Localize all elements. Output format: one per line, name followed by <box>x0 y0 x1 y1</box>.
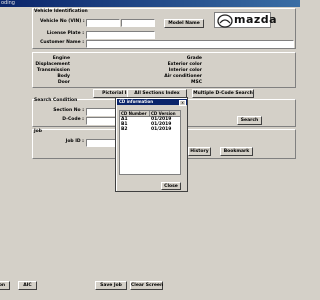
window-title: oding <box>1 0 15 6</box>
dcode-label: D-Code : <box>62 117 84 122</box>
bookmark-button[interactable]: Bookmark <box>220 147 253 156</box>
license-plate-label: License Plate : <box>46 31 84 36</box>
dialog-titlebar: CD information x <box>117 99 187 106</box>
cd-version-cell: 01/2019 <box>151 127 172 132</box>
aic-button[interactable]: AIC <box>18 281 37 290</box>
job-id-label: Job ID : <box>65 139 84 144</box>
dialog-close-button[interactable]: Close <box>161 182 181 190</box>
cd-information-dialog: CD information x CD Number CD Version A1… <box>115 97 188 192</box>
customer-name-input[interactable] <box>86 40 294 48</box>
multiple-dcode-search-button[interactable]: Multiple D-Code Search <box>192 89 254 98</box>
section-no-label: Section No : <box>53 108 84 113</box>
search-condition-title: Search Condition <box>34 98 78 103</box>
table-row[interactable]: B2 01/2019 <box>120 127 180 132</box>
dialog-close-icon[interactable]: x <box>179 100 186 106</box>
window-titlebar: oding <box>0 0 300 7</box>
spec-door-label: Door <box>57 80 70 85</box>
vin-input-2[interactable] <box>121 19 155 27</box>
vin-label: Vehicle No (VIN) : <box>40 19 85 24</box>
clear-screen-button[interactable]: Clear Screen <box>130 281 163 290</box>
vehicle-section-title: Vehicle Identification <box>34 9 88 14</box>
save-job-button[interactable]: Save Job <box>95 281 127 290</box>
search-button[interactable]: Search <box>237 116 262 125</box>
license-plate-input[interactable] <box>86 31 155 39</box>
cd-number-cell: B2 <box>121 127 128 132</box>
spec-msc-label: MSC <box>190 80 202 85</box>
section-no-input[interactable] <box>86 108 116 116</box>
model-name-button[interactable]: Model Name <box>164 19 204 28</box>
left-partial-button[interactable]: on <box>0 281 10 290</box>
dcode-input[interactable] <box>86 117 116 125</box>
customer-name-label: Customer Name : <box>40 40 84 45</box>
job-section-title: Job <box>34 129 42 134</box>
brand-wordmark: mazda <box>234 13 278 26</box>
mazda-logo: mazda <box>214 12 277 28</box>
dialog-title: CD information <box>119 99 154 104</box>
vin-input-1[interactable] <box>86 19 120 27</box>
job-id-input[interactable] <box>86 139 116 147</box>
mazda-emblem-icon <box>217 14 233 28</box>
cd-list: CD Number CD Version A1 01/2019 B1 01/20… <box>119 110 181 175</box>
history-button[interactable]: History <box>188 147 211 156</box>
